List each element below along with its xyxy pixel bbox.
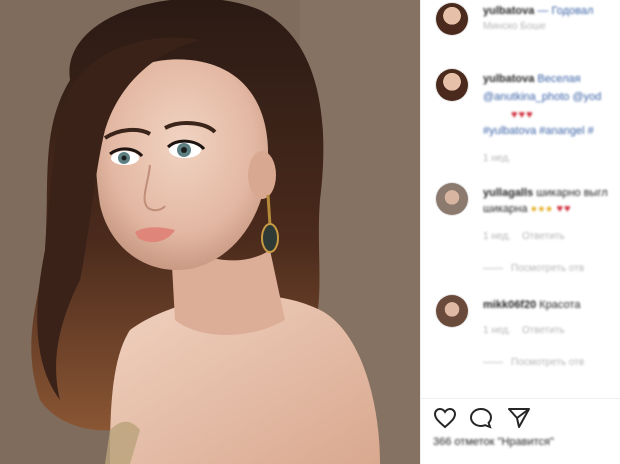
comment-text: Веселая xyxy=(537,73,581,85)
caption-username[interactable]: yulbatova xyxy=(483,5,534,17)
likes-count[interactable]: 366 отметок "Нравится" xyxy=(433,436,554,448)
heart-emoji-icon: ♥♥♥ xyxy=(511,109,534,121)
portrait-photo xyxy=(0,0,420,464)
comment-time: 1 нед. xyxy=(483,325,511,336)
divider xyxy=(483,361,503,363)
post-photo[interactable] xyxy=(0,0,420,464)
comment-item: yulbatova Веселая @anutkina_photo @yod ♥… xyxy=(421,66,620,166)
view-replies[interactable]: Посмотреть отв xyxy=(483,356,584,370)
caption-text: — Годовал xyxy=(537,5,594,17)
instagram-post-view: yulbatova — Годовал Минско Боше yulbatov… xyxy=(0,0,620,464)
avatar[interactable] xyxy=(435,294,469,328)
reply-button[interactable]: Ответить xyxy=(522,325,565,336)
share-icon[interactable] xyxy=(507,407,531,429)
avatar[interactable] xyxy=(435,182,469,216)
comment-username[interactable]: mikk06f20 xyxy=(483,299,536,311)
comment-time: 1 нед. xyxy=(483,231,511,242)
comment-icon[interactable] xyxy=(469,407,493,429)
post-caption: yulbatova — Годовал Минско Боше xyxy=(421,0,620,40)
comment-line-2: шикарна ●●● ♥♥ xyxy=(483,202,572,216)
caption-subline: Минско Боше xyxy=(483,21,546,32)
comment-time: 1 нед. xyxy=(483,153,511,164)
post-action-bar xyxy=(421,398,620,434)
comment-item: mikk06f20 Красота 1 нед. Ответить Посмот… xyxy=(421,294,620,384)
divider xyxy=(483,267,503,269)
comment-username[interactable]: yullagalls xyxy=(483,187,533,199)
comment-line: yulbatova Веселая xyxy=(483,72,581,86)
view-replies-label[interactable]: Посмотреть отв xyxy=(511,357,584,368)
post-side-panel: yulbatova — Годовал Минско Боше yulbatov… xyxy=(420,0,620,464)
heart-emoji-icon: ♥♥ xyxy=(556,203,572,215)
comment-mentions[interactable]: @anutkina_photo @yod xyxy=(483,90,601,104)
comment-line: mikk06f20 Красота xyxy=(483,298,580,312)
comment-meta: 1 нед. Ответить xyxy=(483,230,565,244)
comment-meta: 1 нед. Ответить xyxy=(483,324,565,338)
view-replies[interactable]: Посмотреть отв xyxy=(483,262,584,276)
comment-item: yullagalls шикарно выгл шикарна ●●● ♥♥ 1… xyxy=(421,182,620,282)
emoji-row: ♥♥♥ xyxy=(511,108,534,122)
comment-text-2: шикарна xyxy=(483,203,528,215)
caption-header: yulbatova — Годовал xyxy=(483,4,593,18)
avatar[interactable] xyxy=(435,2,469,36)
heart-icon[interactable] xyxy=(433,407,457,429)
smile-emoji-icon: ●●● xyxy=(530,203,554,215)
avatar[interactable] xyxy=(435,68,469,102)
view-replies-label[interactable]: Посмотреть отв xyxy=(511,263,584,274)
comment-hashtags[interactable]: #yulbatova #anangel # xyxy=(483,124,594,138)
comment-username[interactable]: yulbatova xyxy=(483,73,534,85)
comment-text: шикарно выгл xyxy=(536,187,608,199)
comment-line: yullagalls шикарно выгл xyxy=(483,186,608,200)
comment-text: Красота xyxy=(539,299,581,311)
reply-button[interactable]: Ответить xyxy=(522,231,565,242)
